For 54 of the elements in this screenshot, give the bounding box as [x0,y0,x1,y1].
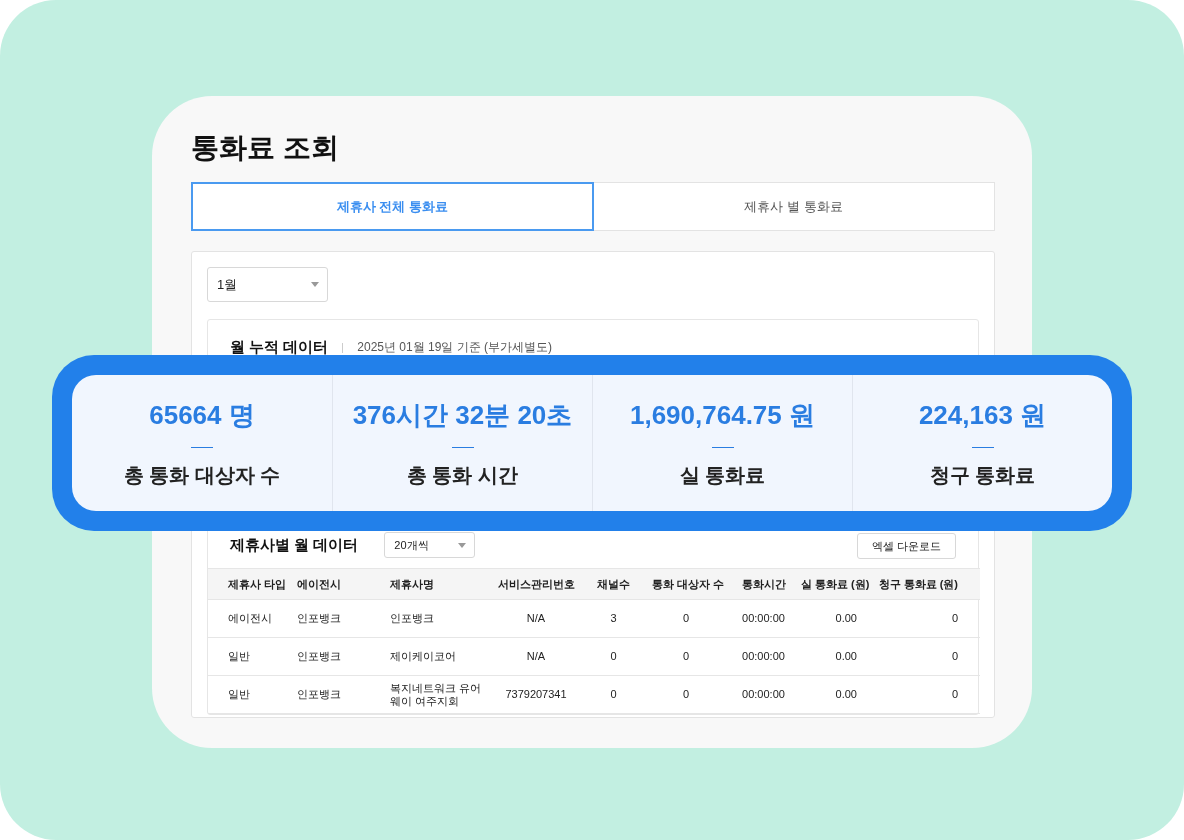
stat-label: 총 통화 대상자 수 [123,462,281,488]
table-cell: 일반 [228,688,250,701]
column-header: 청구 통화료 (원) [878,577,958,590]
stat-value: 1,690,764.75 원 [629,398,815,432]
table-cell: 0 [610,650,617,663]
excel-download-button[interactable]: 엑셀 다운로드 [856,533,956,559]
column-header: 제휴사 타입 [228,577,287,590]
basis-date-text: 2025년 01월 19일 기준 (부가세별도) [357,339,553,356]
table-cell: 0.00 [835,688,857,701]
tab[interactable]: 제휴사 별 통화료 [592,182,995,231]
table-cell: 00:00:00 [742,688,785,701]
table-cell: N/A [526,612,546,625]
table-cell: 0.00 [835,612,857,625]
page-title: 통화료 조회 [191,131,340,165]
table-cell: 인포뱅크 [297,688,341,701]
table-cell: 일반 [228,650,250,663]
table-cell: 0 [682,650,690,663]
column-header: 채널수 [597,577,630,590]
section-title: 월 누적 데이터 [230,338,329,357]
table-cell: 복지네트워크 유어웨이 여주지회 [390,681,482,707]
stat-value: 376시간 32분 20초 [352,398,573,432]
column-header: 에이전시 [297,577,341,590]
stat-label: 청구 통화료 [929,462,1036,488]
column-header: 통화 대상자 수 [652,577,725,590]
month-select[interactable]: 1월 [207,267,328,302]
column-header: 통화시간 [741,577,786,590]
column-header: 실 통화료 (원) [801,577,870,590]
stat-label: 총 통화 시간 [406,462,519,488]
dropdown-caret-icon [458,542,467,548]
table-cell: 인포뱅크 [390,612,434,625]
table-cell: 0.00 [835,650,857,663]
table-cell: 0 [610,688,617,701]
table-cell: 0 [682,612,690,625]
stat-value: 65664 명 [149,398,255,432]
table-cell: 7379207341 [505,688,567,701]
stat-value: 224,163 원 [918,398,1047,432]
table-cell: 인포뱅크 [297,612,341,625]
table-cell: 00:00:00 [742,612,785,625]
table-cell: 3 [610,612,617,625]
table-cell: 0 [951,650,958,663]
table-cell: 에이전시 [228,612,272,625]
page-size-select[interactable]: 20개씩 [384,532,476,558]
stat-label: 실 통화료 [679,462,766,488]
section-title: 제휴사별 월 데이터 [230,535,359,555]
table-cell: 0 [951,612,958,625]
table-cell: 인포뱅크 [297,650,341,663]
table-cell: 00:00:00 [742,650,785,663]
table-cell: 0 [682,688,690,701]
dropdown-caret-icon [311,282,319,287]
column-header: 제휴사명 [390,577,434,590]
table-cell: 제이케이코어 [390,650,456,663]
table-cell: N/A [526,650,546,663]
column-header: 서비스관리번호 [497,577,575,590]
table-cell: 0 [951,688,958,701]
